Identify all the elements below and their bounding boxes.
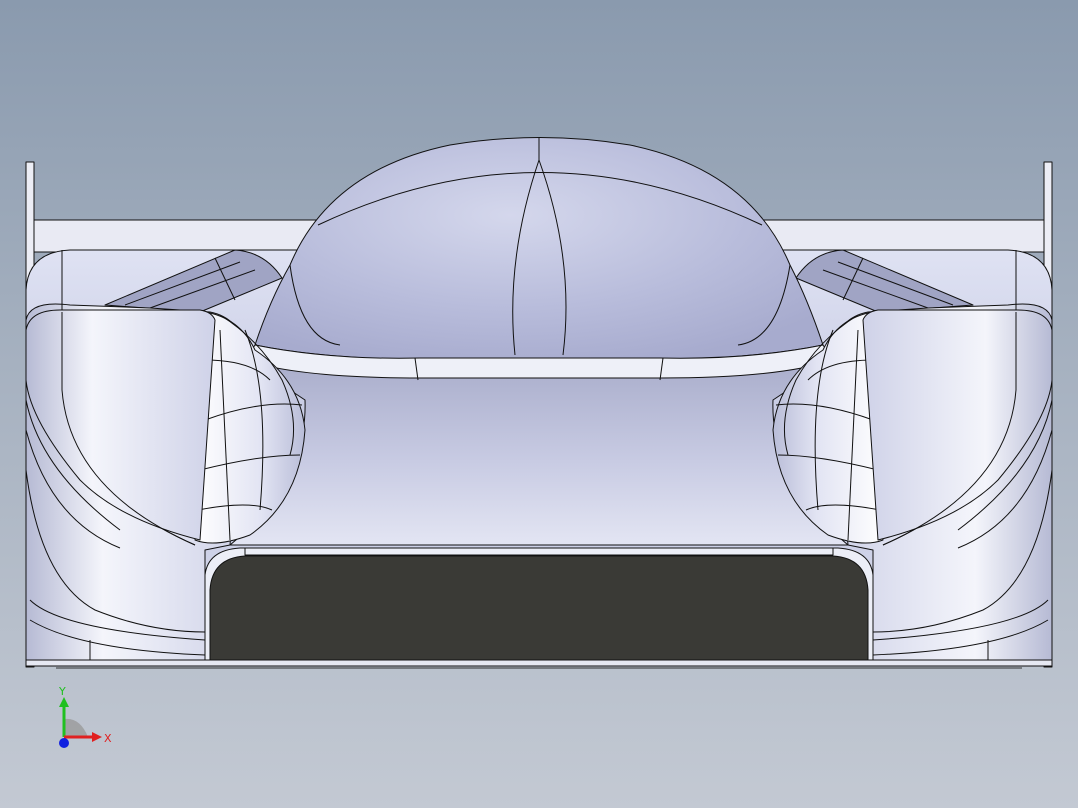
cockpit-canopy [254, 137, 824, 361]
coordinate-triad: Y X [58, 685, 112, 748]
race-car-front-view-model[interactable] [0, 0, 1078, 808]
y-axis-label: Y [58, 685, 66, 698]
floor [25, 659, 1053, 667]
z-axis-dot [59, 738, 69, 748]
x-axis-label: X [104, 732, 112, 745]
triad-plane-shade [64, 718, 88, 737]
radiator-intake [209, 555, 869, 661]
3d-viewport[interactable]: Y X [0, 0, 1078, 808]
nose-surface [229, 359, 849, 546]
